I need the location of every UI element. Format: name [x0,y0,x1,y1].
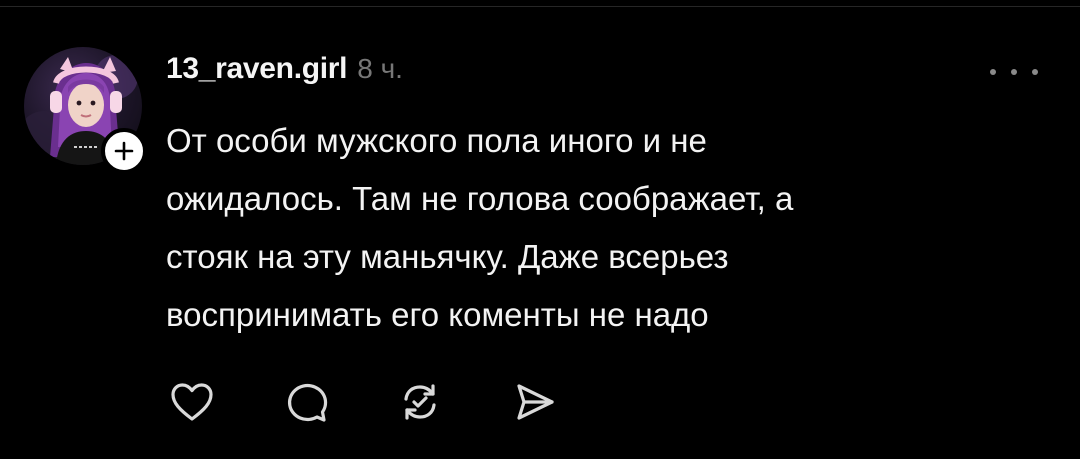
repost-icon [404,384,436,420]
send-icon [517,384,554,420]
comment-line: ожидалось. Там не голова соображает, а [166,180,794,217]
comment-header: 13_raven.girl 8 ч. [166,52,403,92]
more-dot [1011,69,1017,75]
plus-icon [114,141,134,161]
repost-button[interactable] [394,376,446,428]
share-button[interactable] [508,376,560,428]
comment-actions [166,376,560,428]
heart-icon [171,383,213,421]
more-dot [1032,69,1038,75]
timestamp: 8 ч. [357,53,403,84]
top-divider [0,6,1080,7]
comment-bubble-icon [287,383,328,422]
like-button[interactable] [166,376,218,428]
comment-line: От особи мужского пола иного и не [166,122,707,159]
reply-button[interactable] [280,376,332,428]
more-options-button[interactable] [990,60,1038,84]
more-dots-icon [990,69,996,75]
comment-text: От особи мужского пола иного и не ожидал… [166,112,1046,344]
comment-line: стояк на эту маньячку. Даже всерьез [166,238,729,275]
follow-button[interactable] [101,128,147,174]
comment-line: воспринимать его коменты не надо [166,296,709,333]
username[interactable]: 13_raven.girl [166,52,348,86]
